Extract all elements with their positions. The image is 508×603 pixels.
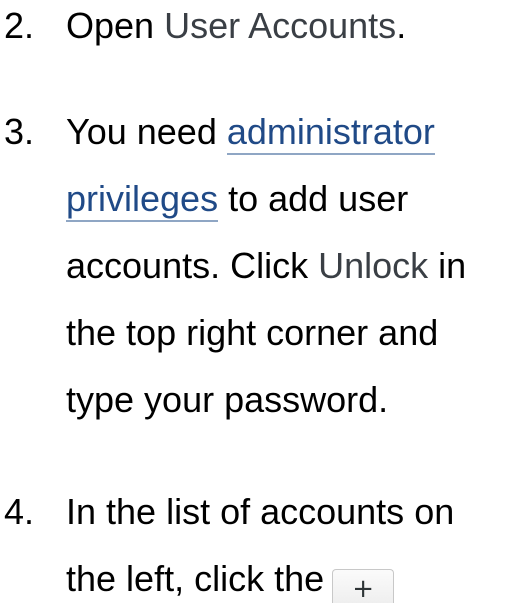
step-lead-text: In the list of accounts on the left, cli… (66, 491, 455, 599)
add-account-button[interactable]: + (332, 569, 395, 603)
plus-icon: + (352, 574, 375, 603)
step-text: In the list of accounts on the left, cli… (66, 478, 506, 603)
step-number: 2. (4, 5, 35, 46)
step-text: Open User Accounts. (66, 0, 506, 59)
gui-label-unlock: Unlock (318, 245, 429, 286)
step-number: 4. (4, 491, 35, 532)
step-lead-text: You need (66, 111, 227, 152)
step-number: 3. (4, 111, 35, 152)
step-tail-text: . (396, 5, 407, 46)
step-lead-text: Open (66, 5, 165, 46)
gui-label-user-accounts: User Accounts (164, 5, 397, 46)
step-text: You need administrator privileges to add… (66, 98, 506, 433)
